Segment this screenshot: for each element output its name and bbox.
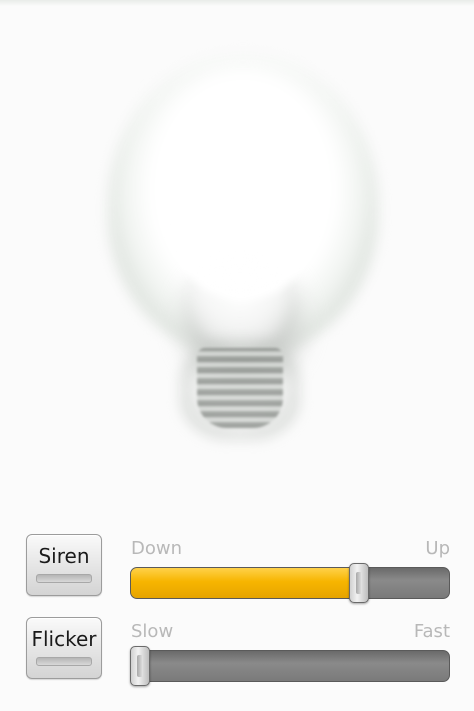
flicker-button-label: Flicker — [31, 627, 97, 651]
speed-min-label: Slow — [131, 621, 174, 642]
siren-button[interactable]: Siren — [26, 534, 102, 596]
bulb-screw-base — [197, 348, 283, 428]
status-bar-edge — [0, 0, 474, 6]
pitch-max-label: Up — [425, 538, 450, 559]
flicker-button[interactable]: Flicker — [26, 617, 102, 679]
bulb-neck-light — [190, 250, 290, 350]
light-bulb-icon[interactable] — [40, 20, 440, 510]
pitch-slider-thumb[interactable] — [349, 563, 369, 603]
siren-toggle-indicator — [36, 574, 92, 583]
pitch-slider-fill — [131, 568, 360, 598]
speed-slider-thumb[interactable] — [130, 646, 150, 686]
siren-button-label: Siren — [38, 544, 90, 568]
pitch-slider[interactable] — [130, 567, 450, 599]
speed-thumb-grip — [137, 655, 143, 677]
speed-max-label: Fast — [413, 621, 450, 642]
app-screen: Siren Flicker Down Up Slow Fast — [0, 0, 474, 711]
speed-slider[interactable] — [130, 650, 450, 682]
flicker-toggle-indicator — [36, 657, 92, 666]
pitch-thumb-grip — [356, 572, 362, 594]
pitch-min-label: Down — [131, 538, 183, 559]
